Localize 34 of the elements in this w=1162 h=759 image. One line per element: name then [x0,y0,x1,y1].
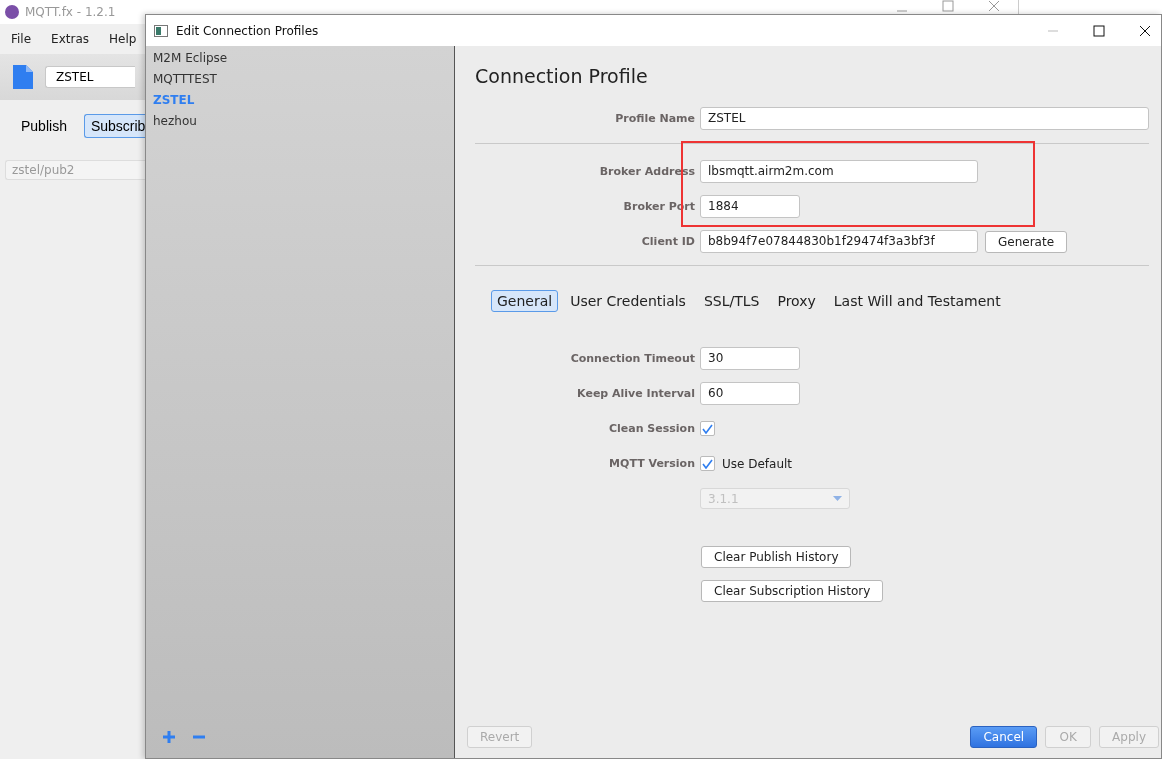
menu-item[interactable]: Help [109,32,137,46]
window-title: Edit Connection Profiles [176,23,319,38]
input-field[interactable]: b8b94f7e07844830b1f29474f3a3bf3f [700,230,978,253]
profile-combo[interactable]: ZSTEL [45,66,135,88]
field-label: MQTT Version [608,457,695,470]
input-field[interactable]: 30 [700,347,800,370]
input-field[interactable]: 1884 [700,195,800,218]
tab[interactable]: General [491,290,559,312]
tab[interactable]: User Credentials [564,290,692,312]
field-label: Clean Session [607,422,695,435]
menu-item[interactable]: Extras [51,32,90,46]
profile-item[interactable]: hezhou [153,111,454,132]
section-heading: Connection Profile [475,65,648,87]
field-label: Client ID [640,235,695,248]
menu-item[interactable]: File [11,32,32,46]
field-label: Connection Timeout [569,352,695,365]
input-field[interactable]: ZSTEL [700,107,1149,130]
tab[interactable]: Publish [14,114,74,138]
field-label: Keep Alive Interval [576,387,695,400]
tab[interactable]: SSL/TLS [697,290,766,312]
window-title: MQTT.fx - 1.2.1 [25,5,116,19]
clear-history-button[interactable]: Clear Subscription History [701,580,884,602]
field-label: Profile Name [614,112,695,125]
checkbox-label: Use Default [722,456,793,471]
input-field[interactable]: lbsmqtt.airm2m.com [700,160,978,183]
clear-history-button[interactable]: Clear Publish History [701,546,852,568]
tab[interactable]: Proxy [771,290,822,312]
profile-item[interactable]: M2M Eclipse [153,48,454,69]
tab[interactable]: Subscrib [83,114,145,138]
profile-item[interactable]: MQTTTEST [153,69,454,90]
tab[interactable]: Last Will and Testament [827,290,1007,312]
generate-button[interactable]: Generate [985,230,1068,253]
input-field[interactable]: 60 [700,382,800,405]
dialog-button[interactable]: Cancel [970,726,1038,748]
